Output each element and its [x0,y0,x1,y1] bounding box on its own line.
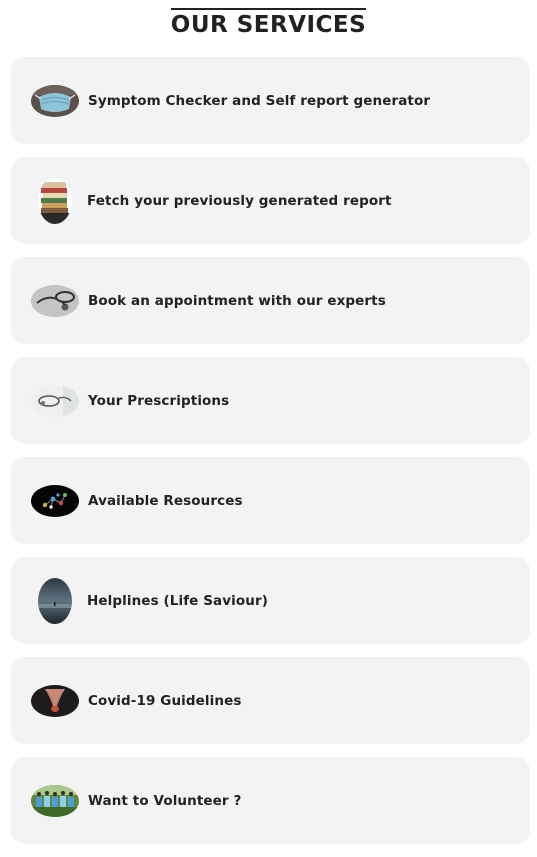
service-card-prescriptions[interactable]: Your Prescriptions [11,357,530,444]
service-label: Available Resources [88,492,243,509]
page-title: OUR SERVICES [170,8,367,38]
service-card-guidelines[interactable]: Covid-19 Guidelines [11,657,530,744]
service-label: Your Prescriptions [88,392,230,409]
header: OUR SERVICES [0,8,537,38]
misty-landscape-icon [38,577,72,624]
services-list: Symptom Checker and Self report generato… [11,57,530,857]
service-card-fetch-report[interactable]: Fetch your previously generated report [11,157,530,244]
service-label: Covid-19 Guidelines [88,692,242,709]
service-card-resources[interactable]: Available Resources [11,457,530,544]
face-mask-icon [31,84,79,117]
volunteers-group-icon [31,784,79,817]
service-label: Book an appointment with our experts [88,292,386,309]
service-label: Want to Volunteer ? [88,792,242,809]
holding-hands-icon [31,684,79,717]
service-label: Symptom Checker and Self report generato… [88,92,431,109]
files-stack-icon [38,177,72,224]
stethoscope-icon [31,384,79,417]
service-card-volunteer[interactable]: Want to Volunteer ? [11,757,530,844]
service-card-symptom-checker[interactable]: Symptom Checker and Self report generato… [11,57,530,144]
service-card-book-appointment[interactable]: Book an appointment with our experts [11,257,530,344]
service-label: Helplines (Life Saviour) [87,592,269,609]
service-label: Fetch your previously generated report [87,192,392,209]
stethoscope-icon [31,284,79,317]
molecule-icon [31,484,79,517]
service-card-helplines[interactable]: Helplines (Life Saviour) [11,557,530,644]
